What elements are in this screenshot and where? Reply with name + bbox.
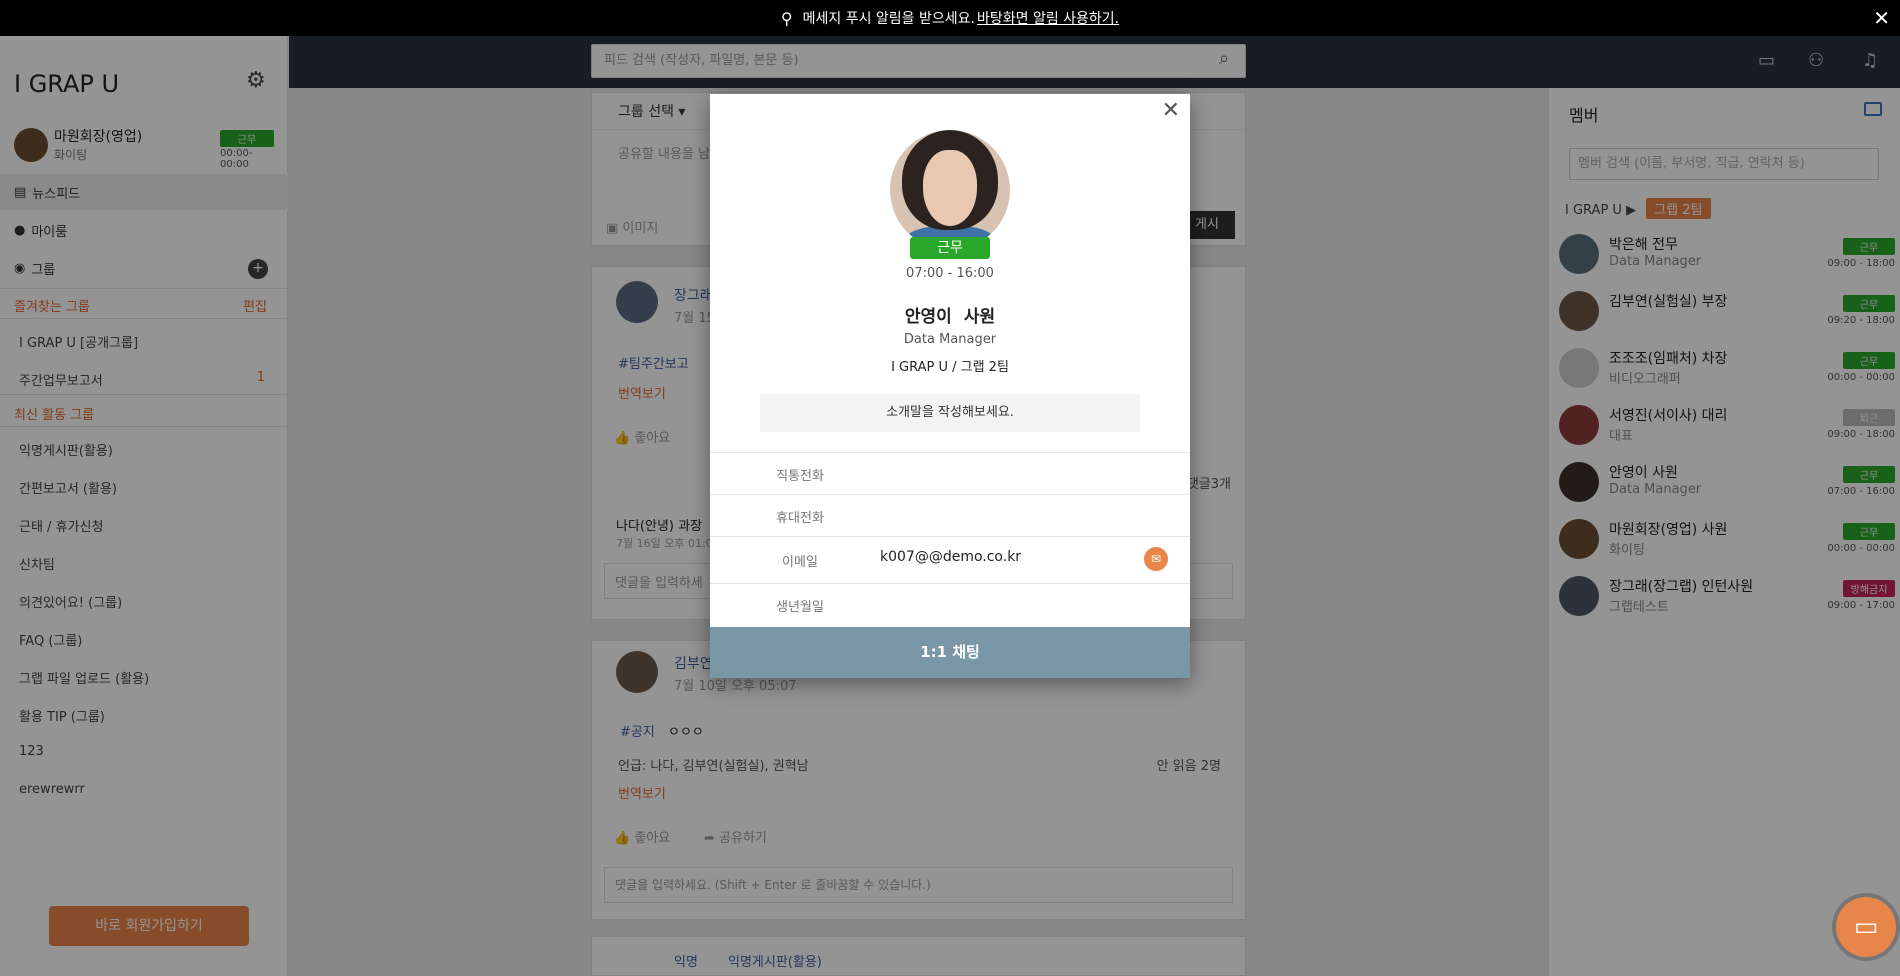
field-direct-phone: 직통전화: [710, 452, 1190, 494]
profile-name-text: 안영이: [904, 307, 952, 327]
profile-modal: ✕ 근무 07:00 - 16:00 안영이 사원 Data Manager I …: [710, 94, 1190, 678]
field-email: 이메일 k007@@demo.co.kr ✉: [710, 536, 1190, 583]
banner-text: 메세지 푸시 알림을 받으세요.: [802, 11, 975, 27]
profile-title: 사원: [963, 307, 996, 327]
location-pin-icon: ⚲: [780, 8, 793, 28]
status-badge: 근무: [910, 237, 990, 259]
field-label: 생년월일: [776, 600, 824, 615]
field-label: 직통전화: [776, 469, 824, 484]
intro-message[interactable]: 소개말을 작성해보세요.: [760, 394, 1140, 432]
work-hours: 07:00 - 16:00: [906, 266, 994, 281]
close-icon[interactable]: ✕: [1873, 6, 1890, 30]
field-value[interactable]: k007@@demo.co.kr: [880, 549, 1021, 565]
profile-dept: Data Manager: [903, 332, 997, 347]
photo-face: [923, 150, 977, 226]
close-icon[interactable]: ✕: [1162, 98, 1180, 123]
mail-icon[interactable]: ✉: [1144, 547, 1168, 571]
banner-link[interactable]: 바탕화면 알림 사용하기.: [977, 8, 1119, 28]
one-on-one-chat-button[interactable]: 1:1 채팅: [710, 627, 1190, 678]
chat-support-icon[interactable]: ▭: [1836, 897, 1896, 957]
field-mobile: 휴대전화: [710, 494, 1190, 536]
profile-team: I GRAP U / 그랩 2팀: [891, 360, 1009, 375]
field-label: 휴대전화: [776, 511, 824, 526]
notification-banner: ⚲ 메세지 푸시 알림을 받으세요. 바탕화면 알림 사용하기. ✕: [0, 0, 1900, 36]
field-birth: 생년월일: [710, 583, 1190, 627]
profile-photo: [890, 130, 1010, 250]
profile-name: 안영이 사원: [710, 302, 1190, 327]
field-label: 이메일: [782, 555, 818, 570]
